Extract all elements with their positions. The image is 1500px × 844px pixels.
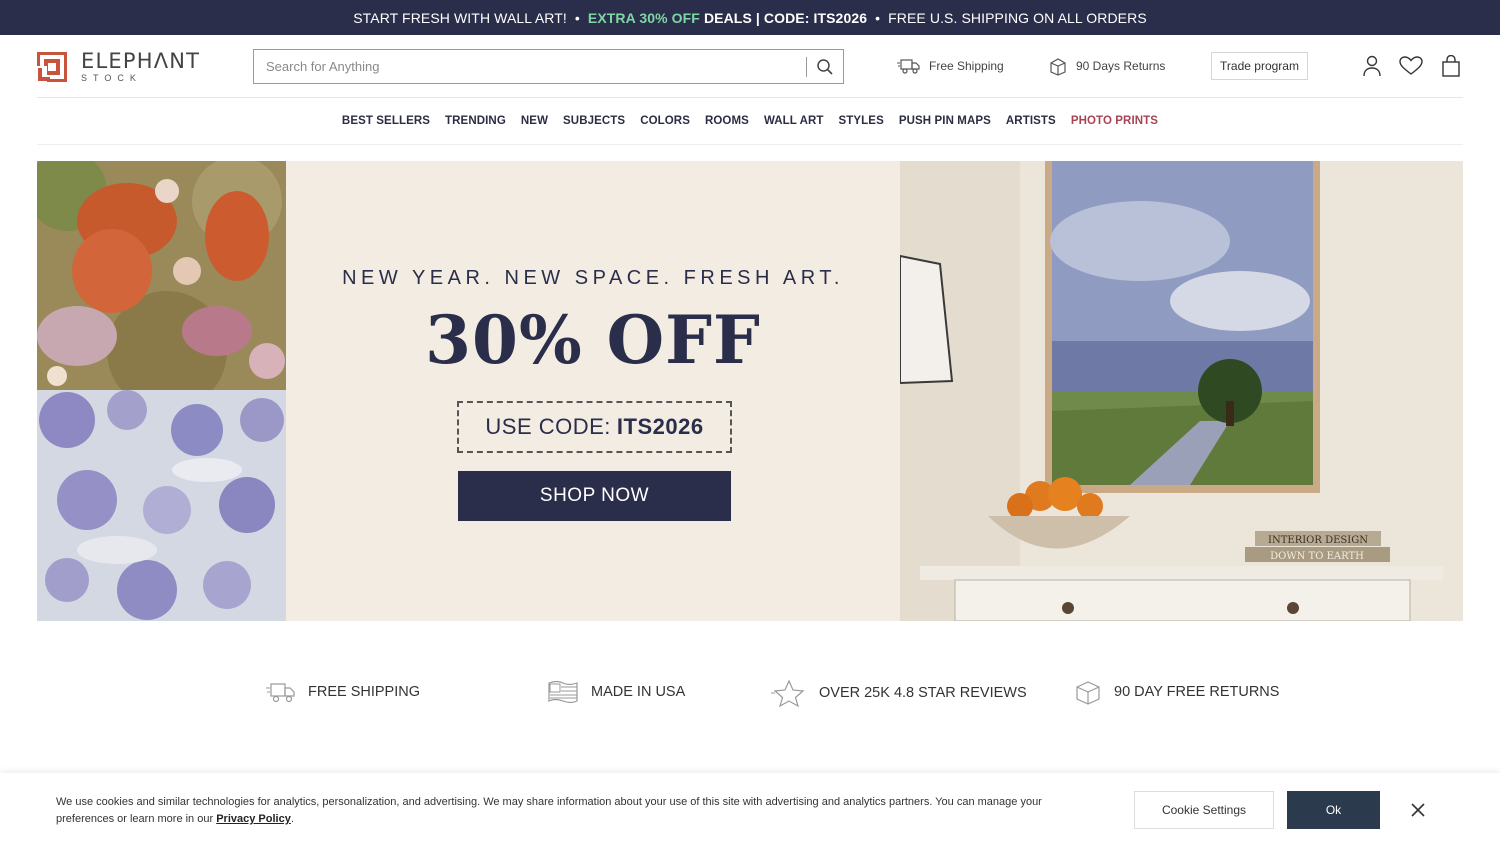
account-button[interactable]	[1360, 54, 1384, 78]
promo-code-box: USE CODE: ITS2026	[457, 401, 732, 453]
usp-free-shipping: FREE SHIPPING	[266, 679, 420, 705]
hero-banner[interactable]: NEW YEAR. NEW SPACE. FRESH ART. 30% OFF …	[37, 161, 1463, 621]
promo-separator: •	[875, 9, 881, 26]
logo-wordmark: ELEPHΛNT	[81, 49, 201, 73]
room-scene-image: INTERIOR DESIGN DOWN TO EARTH	[900, 161, 1463, 621]
floral-painting-image	[37, 161, 286, 390]
hero-tagline: NEW YEAR. NEW SPACE. FRESH ART.	[342, 267, 844, 289]
close-icon	[1411, 803, 1425, 817]
search-bar	[253, 49, 844, 84]
promo-highlight: EXTRA 30% OFF	[587, 9, 700, 26]
nav-rooms[interactable]: ROOMS	[705, 115, 749, 127]
nav-photo-prints[interactable]: PHOTO PRINTS	[1071, 115, 1158, 127]
return-box-icon	[1076, 681, 1100, 705]
usp-returns: 90 DAY FREE RETURNS	[1074, 679, 1279, 705]
nav-colors[interactable]: COLORS	[640, 115, 690, 127]
cookie-period: .	[290, 813, 294, 825]
flag-icon	[548, 680, 578, 704]
return-box-icon	[1050, 58, 1066, 76]
logo-subtitle: STOCK	[81, 73, 142, 83]
promo-separator: •	[574, 9, 580, 26]
nav-styles[interactable]: STYLES	[839, 115, 884, 127]
truck-icon	[897, 59, 920, 74]
cart-button[interactable]	[1439, 54, 1463, 78]
nav-trending[interactable]: TRENDING	[445, 115, 506, 127]
logo[interactable]: ELEPHΛNT STOCK	[36, 49, 201, 83]
lavender-painting-image	[37, 390, 286, 621]
cookie-banner: We use cookies and similar technologies …	[0, 773, 1500, 844]
promo-bar: START FRESH WITH WALL ART! • EXTRA 30% O…	[0, 0, 1500, 35]
star-icon	[771, 679, 805, 707]
hero-headline: 30% OFF	[425, 301, 761, 379]
nav-artists[interactable]: ARTISTS	[1006, 115, 1056, 127]
privacy-policy-link[interactable]: Privacy Policy	[216, 813, 291, 825]
usp-made-in-usa: MADE IN USA	[547, 679, 685, 705]
truck-icon	[266, 683, 295, 703]
nav-subjects[interactable]: SUBJECTS	[563, 115, 625, 127]
cookie-ok-button[interactable]: Ok	[1287, 791, 1380, 829]
hero-promo-panel: NEW YEAR. NEW SPACE. FRESH ART. 30% OFF …	[286, 161, 900, 621]
book-title-2: DOWN TO EARTH	[1270, 551, 1364, 562]
promo-text-1: START FRESH WITH WALL ART!	[353, 9, 567, 26]
wishlist-button[interactable]	[1399, 54, 1423, 78]
search-input[interactable]	[254, 50, 806, 83]
logo-mark-icon	[36, 51, 68, 83]
heart-icon	[1399, 56, 1423, 75]
usp-label: OVER 25K 4.8 STAR REVIEWS	[819, 685, 1027, 701]
cookie-text: We use cookies and similar technologies …	[56, 796, 1042, 825]
usp-reviews: OVER 25K 4.8 STAR REVIEWS	[771, 679, 1027, 707]
nav-push-pin-maps[interactable]: PUSH PIN MAPS	[899, 115, 991, 127]
search-button[interactable]	[807, 50, 843, 83]
account-icon	[1363, 55, 1381, 77]
nav-new[interactable]: NEW	[521, 115, 548, 127]
cookie-message: We use cookies and similar technologies …	[56, 794, 1066, 828]
usp-label: FREE SHIPPING	[308, 684, 420, 700]
nav-best-sellers[interactable]: BEST SELLERS	[342, 115, 430, 127]
promo-text-3: FREE U.S. SHIPPING ON ALL ORDERS	[888, 9, 1147, 26]
promo-code-label: USE CODE:	[485, 414, 611, 439]
returns-label: 90 Days Returns	[1076, 59, 1166, 73]
shop-now-button[interactable]: SHOP NOW	[458, 471, 731, 521]
book-title-1: INTERIOR DESIGN	[1268, 535, 1368, 546]
promo-code-value: ITS2026	[616, 414, 704, 439]
trade-program-button[interactable]: Trade program	[1211, 52, 1308, 80]
usp-label: MADE IN USA	[591, 684, 686, 700]
free-shipping-label: Free Shipping	[929, 59, 1004, 73]
nav-wall-art[interactable]: WALL ART	[764, 115, 824, 127]
header-free-shipping[interactable]: Free Shipping	[897, 56, 1004, 76]
cookie-settings-button[interactable]: Cookie Settings	[1134, 791, 1274, 829]
usp-label: 90 DAY FREE RETURNS	[1114, 684, 1280, 700]
site-header: ELEPHΛNT STOCK Free Shipping 90 Days Ret	[36, 35, 1463, 98]
search-icon	[817, 58, 833, 75]
cookie-close-button[interactable]	[1406, 798, 1430, 822]
bag-icon	[1442, 55, 1460, 77]
header-returns[interactable]: 90 Days Returns	[1048, 56, 1165, 76]
promo-deals: DEALS | CODE: ITS2026	[703, 9, 868, 26]
main-nav: BEST SELLERS TRENDING NEW SUBJECTS COLOR…	[37, 98, 1463, 145]
